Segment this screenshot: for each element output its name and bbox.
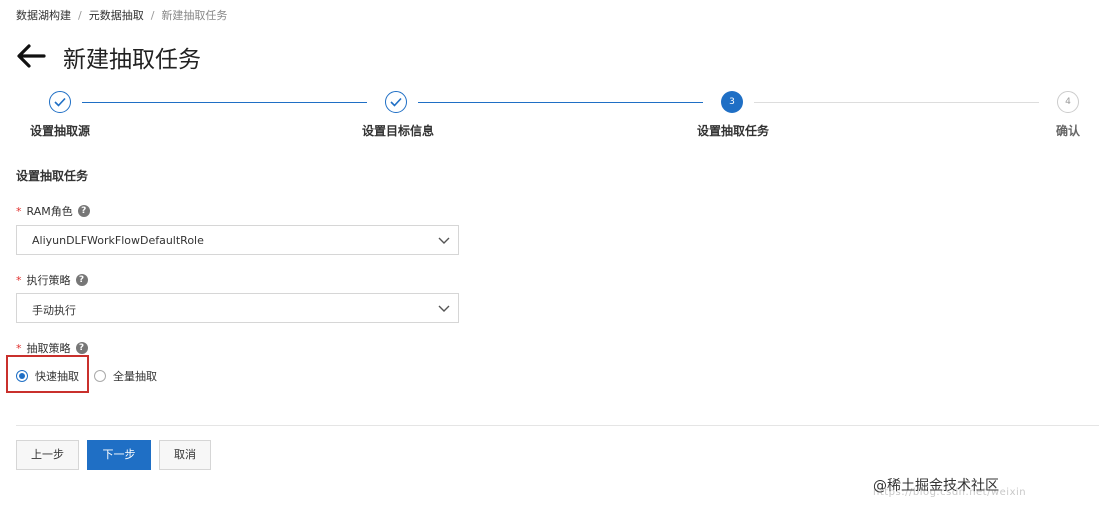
ram-role-label-text: RAM角色 — [26, 205, 73, 218]
step-2-check-icon — [385, 91, 407, 113]
watermark: https://blog.csdn.net/weixin @稀土掘金技术社区 — [873, 475, 1026, 498]
highlight-annotation-box — [6, 355, 89, 393]
breadcrumb-item-datalake[interactable]: 数据湖构建 — [16, 9, 71, 22]
step-4-number: 4 — [1057, 91, 1079, 113]
exec-policy-select[interactable]: 手动执行 — [16, 293, 459, 323]
step-1-check-icon — [49, 91, 71, 113]
step-connector — [418, 102, 703, 103]
footer-divider — [16, 425, 1099, 426]
radio-full-extract[interactable]: 全量抽取 — [94, 368, 157, 384]
step-1-label: 设置抽取源 — [30, 124, 91, 138]
radio-unselected-icon[interactable] — [94, 370, 106, 382]
breadcrumb-item-metadata-extract[interactable]: 元数据抽取 — [89, 9, 144, 22]
extract-policy-label: * 抽取策略 ? — [16, 340, 88, 356]
ram-role-value: AliyunDLFWorkFlowDefaultRole — [32, 234, 204, 247]
cancel-button[interactable]: 取消 — [159, 440, 211, 470]
ram-role-label: * RAM角色 ? — [16, 203, 90, 219]
extract-policy-label-text: 抽取策略 — [26, 342, 71, 355]
step-3-label: 设置抽取任务 — [697, 124, 770, 138]
next-step-button[interactable]: 下一步 — [87, 440, 151, 470]
ram-role-select[interactable]: AliyunDLFWorkFlowDefaultRole — [16, 225, 459, 255]
prev-step-button[interactable]: 上一步 — [16, 440, 79, 470]
page-title: 新建抽取任务 — [63, 47, 201, 73]
radio-full-extract-label: 全量抽取 — [113, 370, 157, 383]
chevron-down-icon — [438, 303, 450, 316]
step-4-label: 确认 — [1056, 124, 1081, 138]
exec-policy-value: 手动执行 — [32, 304, 76, 317]
arrow-left-icon[interactable] — [16, 43, 46, 69]
help-icon[interactable]: ? — [75, 342, 88, 354]
help-icon[interactable]: ? — [75, 274, 88, 286]
required-mark: * — [16, 273, 22, 287]
exec-policy-label-text: 执行策略 — [26, 274, 71, 287]
breadcrumb: 数据湖构建 / 元数据抽取 / 新建抽取任务 — [16, 7, 227, 23]
step-connector — [82, 102, 367, 103]
step-3-number: 3 — [721, 91, 743, 113]
breadcrumb-separator: / — [78, 9, 82, 22]
exec-policy-label: * 执行策略 ? — [16, 272, 88, 288]
section-title: 设置抽取任务 — [16, 169, 89, 183]
step-connector — [754, 102, 1039, 103]
step-2-label: 设置目标信息 — [362, 124, 435, 138]
chevron-down-icon — [438, 235, 450, 248]
required-mark: * — [16, 341, 22, 355]
breadcrumb-current: 新建抽取任务 — [161, 9, 228, 22]
breadcrumb-separator: / — [150, 9, 155, 22]
help-icon[interactable]: ? — [77, 205, 90, 217]
watermark-text: @稀土掘金技术社区 — [873, 478, 999, 494]
required-mark: * — [16, 204, 22, 218]
